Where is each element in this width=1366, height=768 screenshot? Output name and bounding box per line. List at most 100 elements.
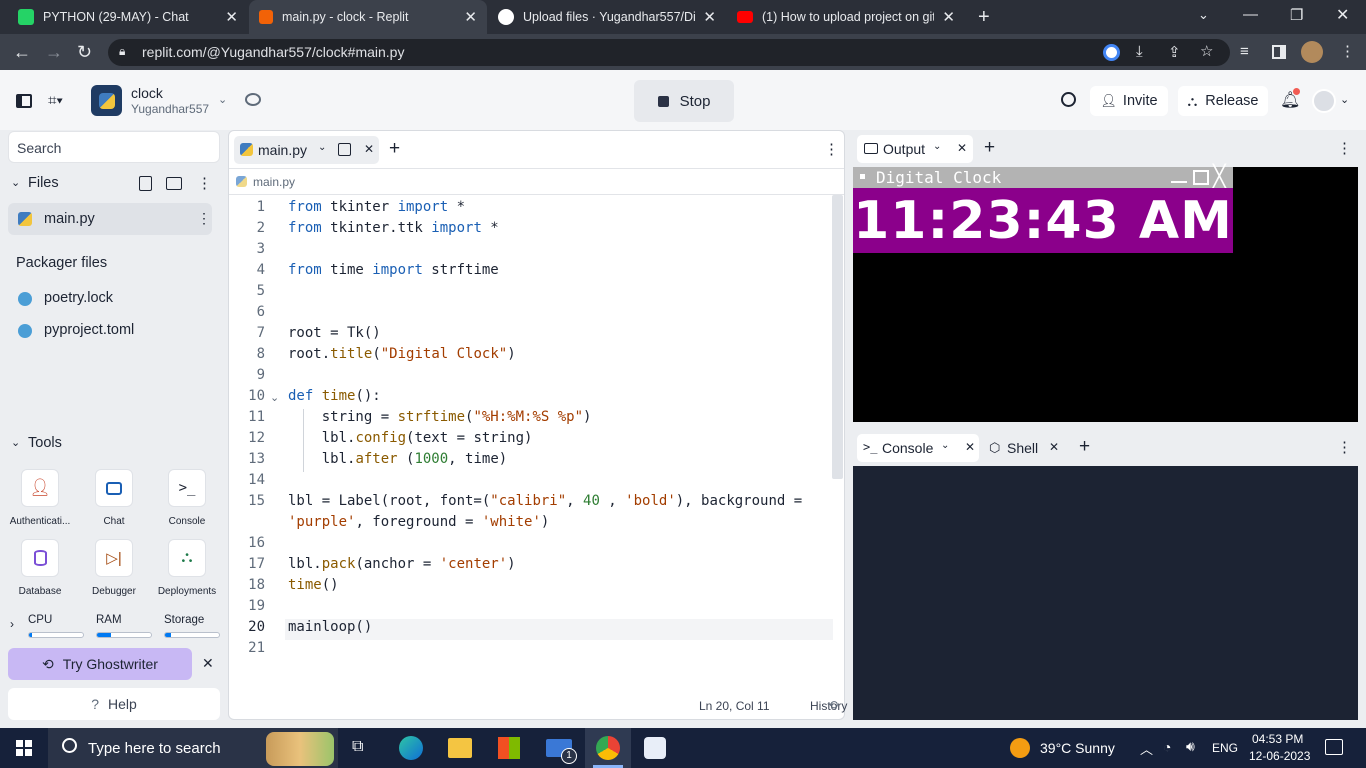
profile-avatar[interactable] (1301, 41, 1323, 63)
sidebar-toggle-icon[interactable] (16, 94, 32, 108)
release-button[interactable]: ⛬ Release (1178, 86, 1268, 116)
weather-sun-icon[interactable] (1010, 738, 1030, 758)
code-line[interactable]: from tkinter import * (288, 199, 465, 215)
tool-console[interactable]: >_ Console (151, 469, 223, 527)
task-view-icon[interactable]: ⧉ (352, 738, 363, 756)
output-menu-icon[interactable]: ⋮ (1337, 139, 1352, 157)
address-url[interactable]: replit.com/@Yugandhar557/clock#main.py (142, 44, 404, 60)
stop-button[interactable]: Stop (634, 80, 734, 122)
forward-icon[interactable]: → (45, 42, 63, 63)
windows-start-icon[interactable] (16, 740, 32, 756)
file-item-poetry-lock[interactable]: poetry.lock (8, 287, 212, 311)
browser-tab-youtube[interactable]: (1) How to upload project on gith ✕ (727, 0, 965, 34)
browser-tab-replit[interactable]: main.py - clock - Replit ✕ (249, 0, 487, 34)
code-line[interactable]: from tkinter.ttk import * (288, 220, 499, 236)
install-icon[interactable]: ⤓ (1136, 43, 1143, 60)
chevron-down-icon[interactable]: ⌄ (218, 93, 227, 106)
code-line[interactable]: root = Tk() (288, 325, 381, 341)
tk-close-icon[interactable]: ╳ (1213, 164, 1226, 189)
store-icon[interactable] (498, 737, 520, 759)
new-file-icon[interactable] (139, 176, 152, 191)
new-console-tab-button[interactable]: + (1079, 436, 1090, 458)
shell-tab[interactable]: ⬡ Shell ✕ (985, 434, 1071, 462)
breadcrumb[interactable]: main.py (253, 175, 295, 189)
google-icon[interactable] (1103, 44, 1120, 61)
tool-chat[interactable]: Chat (78, 469, 150, 527)
edge-icon[interactable] (399, 736, 423, 760)
code-line[interactable]: 'purple', foreground = 'white') (288, 514, 549, 530)
cursor-position[interactable]: Ln 20, Col 11 (699, 699, 770, 713)
window-menu-icon[interactable] (860, 174, 865, 179)
new-output-tab-button[interactable]: + (984, 137, 995, 159)
code-line[interactable]: lbl.config(text = string) (288, 430, 533, 446)
side-panel-icon[interactable] (1272, 45, 1286, 59)
tk-window-titlebar[interactable]: Digital Clock ╳ (853, 164, 1233, 189)
pane-resizer[interactable] (853, 422, 1358, 430)
chevron-down-icon[interactable]: ⌄ (11, 176, 20, 189)
close-icon[interactable]: ✕ (464, 8, 477, 26)
output-viewer[interactable]: Digital Clock ╳ 11:23:43 AM (853, 164, 1358, 422)
help-button[interactable]: ? Help (8, 688, 220, 720)
file-explorer-icon[interactable] (448, 738, 472, 758)
tool-authentication[interactable]: 👤︎ Authenticati... (4, 469, 76, 527)
invite-button[interactable]: 👤︎ Invite (1090, 86, 1168, 116)
output-tab[interactable]: Output ⌄ ✕ (857, 135, 973, 163)
tab-search-icon[interactable]: ⌄ (1198, 7, 1209, 23)
reading-list-icon[interactable]: ≡ (1240, 43, 1249, 60)
code-line[interactable]: string = strftime("%H:%M:%S %p") (288, 409, 592, 425)
code-line[interactable]: lbl.after (1000, time) (288, 451, 507, 467)
app-icon[interactable] (644, 737, 666, 759)
tray-overflow-icon[interactable]: ︿ (1140, 739, 1153, 758)
file-menu-icon[interactable]: ⋮ (197, 210, 211, 227)
close-icon[interactable]: ✕ (225, 8, 238, 26)
window-close-button[interactable]: ✕ (1336, 5, 1349, 25)
tool-database[interactable]: Database (4, 539, 76, 597)
chevron-down-icon[interactable]: ⌄ (11, 436, 20, 449)
close-tab-icon[interactable]: ✕ (1049, 440, 1059, 454)
code-line[interactable]: from time import strftime (288, 262, 499, 278)
close-icon[interactable]: ✕ (942, 8, 955, 26)
code-line[interactable]: mainloop() (288, 619, 372, 635)
lock-icon[interactable]: 🔒︎ (119, 44, 125, 59)
chevron-right-icon[interactable]: › (10, 617, 14, 631)
new-folder-icon[interactable] (166, 177, 182, 190)
network-icon[interactable]: ◔ (1163, 739, 1171, 755)
console-tab[interactable]: >_ Console ⌄ ✕ (857, 434, 979, 462)
files-header[interactable]: Files (28, 175, 59, 191)
resource-ram[interactable]: RAM (96, 611, 152, 638)
new-editor-tab-button[interactable]: + (389, 138, 400, 160)
resource-cpu[interactable]: CPU (28, 611, 84, 638)
code-line[interactable]: root.title("Digital Clock") (288, 346, 516, 362)
file-item-pyproject-toml[interactable]: pyproject.toml (8, 319, 212, 343)
console-output[interactable] (853, 466, 1358, 720)
reload-icon[interactable]: ↻ (77, 42, 92, 63)
file-item-main-py[interactable]: main.py ⋮ (8, 203, 212, 235)
close-ghostwriter-icon[interactable]: ✕ (202, 655, 214, 672)
clock-time[interactable]: 04:53 PM (1252, 732, 1303, 746)
chevron-down-icon[interactable]: ⌄ (318, 142, 326, 153)
close-icon[interactable]: ✕ (703, 8, 716, 26)
code-line[interactable]: lbl.pack(anchor = 'center') (288, 556, 516, 572)
tk-maximize-icon[interactable] (1193, 170, 1209, 185)
tool-debugger[interactable]: ▷| Debugger (78, 539, 150, 597)
back-icon[interactable]: ← (13, 42, 31, 63)
editor-scrollbar[interactable] (832, 195, 843, 479)
tk-minimize-icon[interactable] (1171, 181, 1187, 183)
console-menu-icon[interactable]: ⋮ (1337, 438, 1352, 456)
clock-date[interactable]: 12-06-2023 (1249, 749, 1310, 763)
volume-icon[interactable]: 🔊︎ (1186, 738, 1195, 755)
code-line[interactable]: time() (288, 577, 339, 593)
notification-center-icon[interactable] (1325, 739, 1343, 755)
format-icon[interactable] (338, 143, 351, 156)
code-line[interactable]: lbl = Label(root, font=("calibri", 40 , … (288, 493, 802, 509)
history-icon[interactable]: ⟲ (828, 698, 838, 712)
resource-storage[interactable]: Storage (164, 611, 220, 638)
chevron-down-icon[interactable]: ⌄ (933, 141, 941, 152)
file-search-input[interactable]: Search (8, 131, 220, 163)
taskbar-search-box[interactable]: Type here to search (48, 728, 338, 768)
files-menu-icon[interactable]: ⋮ (197, 174, 212, 192)
fold-chevron-icon[interactable]: ⌄ (270, 391, 279, 404)
weather-text[interactable]: 39°C Sunny (1040, 740, 1115, 756)
chevron-down-icon[interactable]: ⌄ (1340, 93, 1349, 106)
chevron-down-icon[interactable]: ⌄ (941, 440, 949, 451)
